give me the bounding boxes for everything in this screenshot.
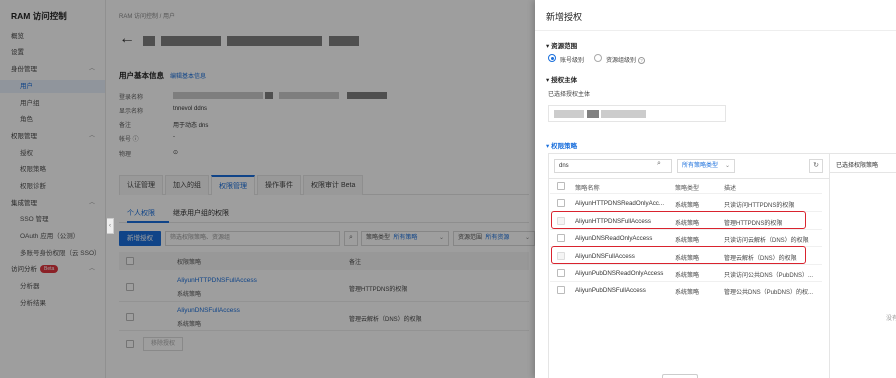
policy-type: 系统策略 (675, 290, 700, 296)
grant-drawer: 新增授权 ▾ 资源范围 账号级别 资源组级别? ▾ 授权主体 已选择授权主体 ▾… (535, 0, 896, 378)
select-all-policies-checkbox[interactable] (557, 182, 565, 190)
principal-section-label: 授权主体 (551, 77, 578, 84)
search-icon[interactable]: ⌕ (657, 160, 661, 168)
policy-description: 只读访问公共DNS（PubDNS）... (724, 273, 814, 279)
header-divider-top (549, 178, 829, 179)
row-divider (550, 193, 822, 194)
policy-description: 只读访问HTTPDNS的权限 (724, 203, 795, 209)
refresh-icon[interactable]: ↻ (809, 159, 823, 173)
row-divider (550, 264, 822, 265)
selected-policies-panel: 已选择权限策略 没有 (829, 153, 896, 378)
policy-type-filter[interactable]: 所有策略类型 ⌄ (677, 159, 735, 173)
policy-description: 只读访问云解析（DNS）的权限 (724, 238, 809, 244)
selected-panel-divider (829, 172, 896, 173)
policy-section-label: 权限策略 (551, 143, 578, 150)
redacted-principal (587, 110, 599, 118)
row-divider (550, 229, 822, 230)
drawer-divider (535, 30, 896, 31)
policy-name: AliyunDNSReadOnlyAccess (575, 235, 653, 242)
column-header-policy-type: 策略类型 (675, 186, 700, 192)
row-divider (550, 281, 822, 282)
policy-name: AliyunHTTPDNSReadOnlyAcc... (575, 200, 665, 207)
resource-group-label-wrap: 资源组级别? (606, 55, 646, 64)
column-header-policy-name: 策略名称 (575, 185, 600, 192)
policy-name: AliyunPubDNSReadOnlyAccess (575, 270, 664, 277)
collapse-sidebar-handle[interactable]: ‹ (107, 218, 114, 234)
modal-backdrop[interactable] (0, 0, 535, 378)
highlight-box (551, 246, 806, 264)
principal-label: 已选择授权主体 (548, 92, 591, 98)
redacted-principal (554, 110, 584, 118)
account-level-label: 账号级别 (560, 58, 585, 64)
redacted-principal (601, 110, 646, 118)
policy-name: AliyunPubDNSFullAccess (575, 287, 646, 294)
pagination-hint[interactable] (662, 374, 698, 378)
column-header-description: 描述 (724, 186, 737, 192)
help-icon[interactable]: ? (638, 57, 646, 64)
highlight-box (551, 211, 806, 229)
policy-type: 系统策略 (675, 203, 700, 209)
scope-section-label: 资源范围 (551, 43, 578, 50)
policy-checkbox[interactable] (557, 199, 565, 207)
policy-type-filter-value: 所有策略类型 (682, 163, 719, 169)
policy-checkbox[interactable] (557, 269, 565, 277)
selected-empty-text: 没有 (886, 316, 896, 322)
policy-type: 系统策略 (675, 273, 700, 279)
principal-section-title[interactable]: ▾ 授权主体 (546, 74, 577, 84)
policy-description: 管理公共DNS（PubDNS）的权... (724, 290, 814, 296)
selected-policies-title: 已选择权限策略 (836, 163, 879, 169)
drawer-title: 新增授权 (546, 12, 583, 22)
resource-group-label: 资源组级别 (606, 58, 637, 64)
resource-group-radio[interactable] (594, 54, 602, 62)
chevron-down-icon: ⌄ (724, 163, 730, 169)
policy-search-input[interactable]: dns (554, 159, 672, 173)
policy-section-title[interactable]: ▾ 权限策略 (546, 140, 577, 150)
policy-checkbox[interactable] (557, 286, 565, 294)
account-level-radio[interactable] (548, 54, 556, 62)
scope-section-title[interactable]: ▾ 资源范围 (546, 40, 577, 50)
principal-field[interactable] (548, 105, 726, 122)
policy-checkbox[interactable] (557, 234, 565, 242)
policy-type: 系统策略 (675, 238, 700, 244)
